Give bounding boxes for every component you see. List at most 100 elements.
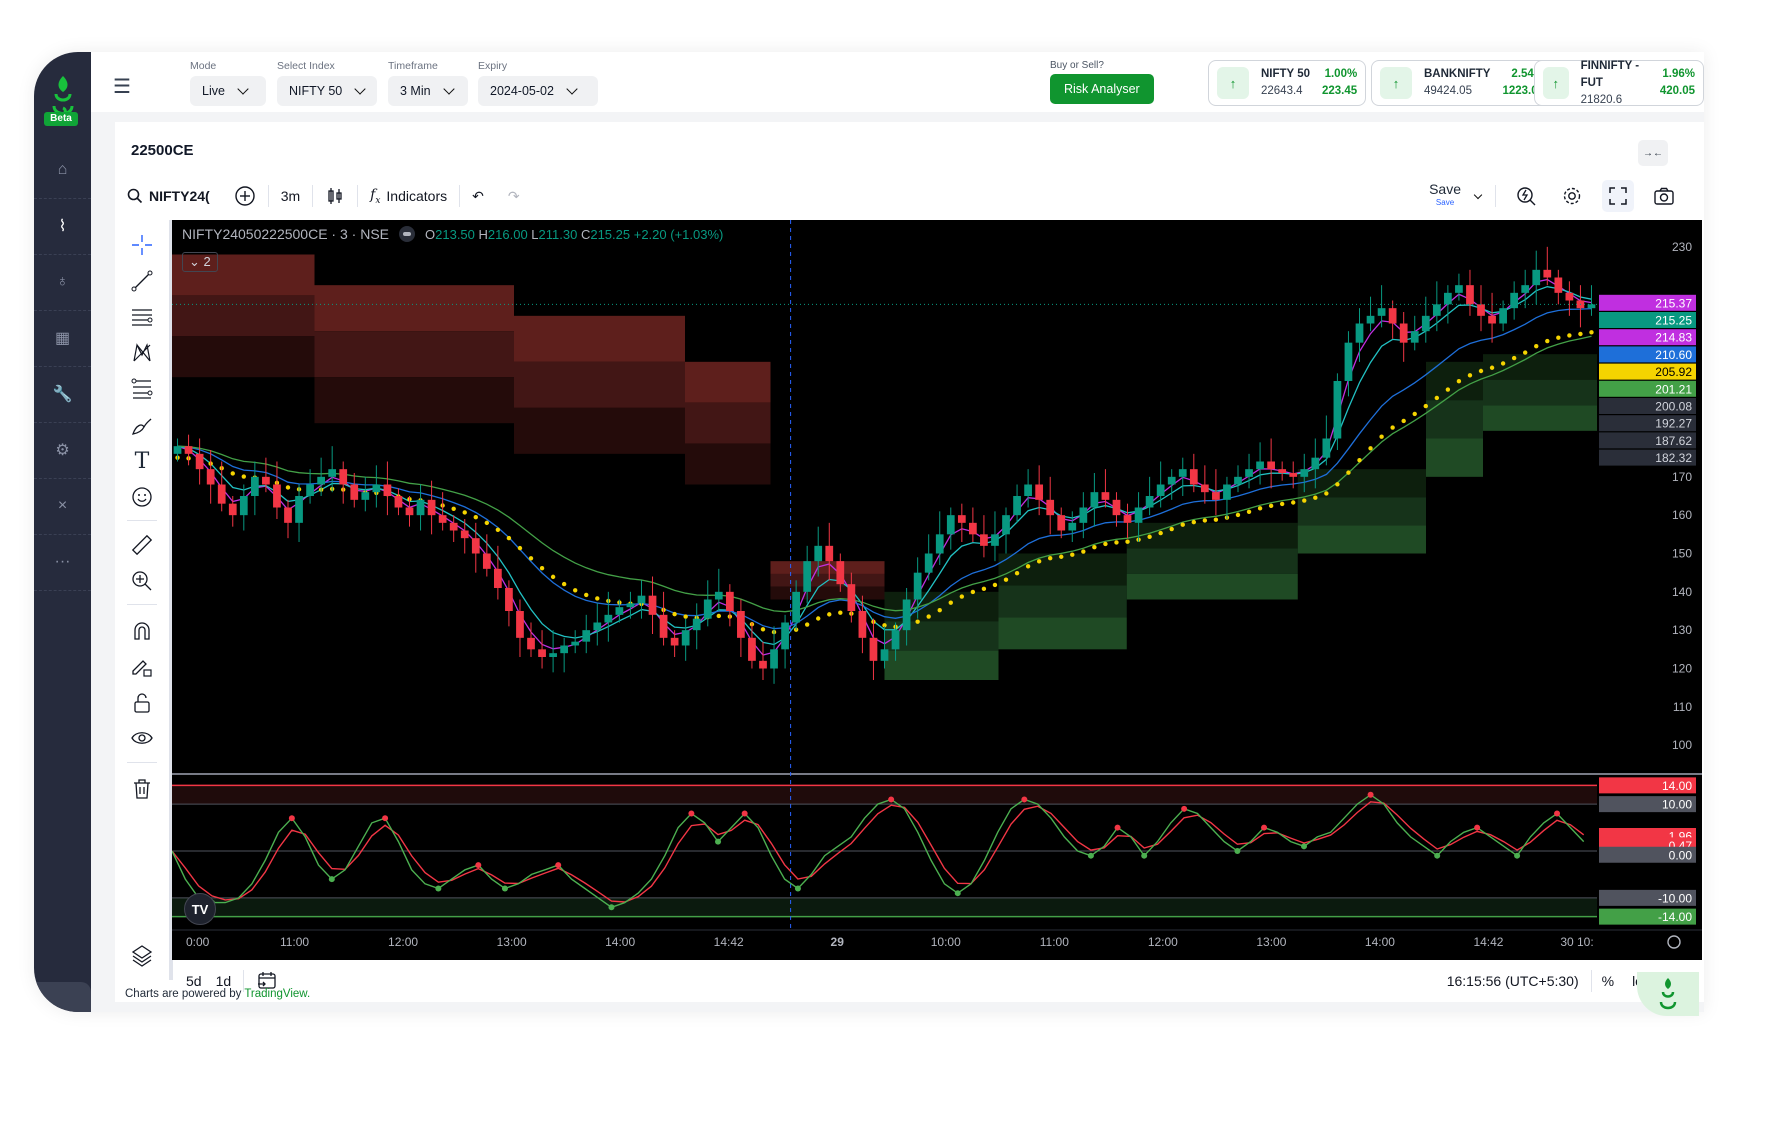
save-menu-chevron-icon[interactable] (1473, 190, 1483, 200)
zoom-tool[interactable] (127, 566, 157, 596)
gear-icon (1563, 187, 1581, 205)
redo-button[interactable]: ↷ (496, 180, 532, 212)
legend-status-icon[interactable] (399, 226, 415, 242)
sidebar-item-gear[interactable]: ⚙ (34, 422, 91, 479)
magnet-tool[interactable] (127, 616, 157, 646)
sidebar-item-close[interactable]: × (34, 478, 91, 535)
sidebar-item-activity[interactable]: ⌇ (34, 198, 91, 255)
horizontal-lines-tool[interactable] (127, 302, 157, 332)
candle-body (1366, 315, 1375, 324)
oversold-zone (172, 897, 1597, 917)
candle-body (1311, 457, 1320, 470)
chevron-down-icon (442, 83, 455, 95)
trend-dot (1379, 434, 1384, 439)
trend-dot (1534, 343, 1539, 349)
symbol-search[interactable]: NIFTY24( (115, 180, 222, 212)
time-tick: 14:00 (1365, 935, 1395, 949)
trend-dot (915, 619, 920, 624)
tradingview-link[interactable]: TradingView. (244, 988, 310, 1000)
menu-icon[interactable]: ☰ (113, 74, 131, 99)
chevron-down-icon (237, 83, 249, 95)
indicators-label: Indicators (386, 188, 448, 204)
trend-dot (992, 582, 998, 588)
price-chart[interactable]: 230 170 160 150 140 130 120 110 100 215.37 215.25 2… (171, 220, 1702, 960)
osc-cross-dot (435, 885, 442, 892)
candle-body (427, 499, 436, 516)
range-1d-button[interactable]: 1d (212, 973, 244, 989)
candle-body (1388, 308, 1397, 324)
brush-tool[interactable] (127, 410, 157, 440)
expiry-label: Expiry (478, 60, 508, 72)
risk-analyser-button[interactable]: Risk Analyser (1050, 74, 1154, 104)
percent-toggle[interactable]: % (1592, 973, 1624, 989)
emoji-tool[interactable] (127, 482, 157, 512)
trend-dot (981, 586, 987, 592)
trend-dot (1268, 503, 1274, 509)
search-icon (127, 188, 143, 204)
index-select[interactable]: NIFTY 50 (277, 76, 377, 106)
trend-dot (1036, 559, 1042, 564)
chart-canvas[interactable]: 230 170 160 150 140 130 120 110 100 215.37 215.25 2… (171, 220, 1702, 960)
undo-button[interactable]: ↶ (460, 180, 496, 212)
fib-tool[interactable] (127, 374, 157, 404)
candle-body (1377, 308, 1386, 316)
remove-drawings-tool[interactable] (127, 774, 157, 804)
compare-button[interactable] (222, 180, 268, 212)
candle-body (361, 492, 370, 500)
measure-tool[interactable] (127, 530, 157, 560)
mode-select[interactable]: Live (190, 76, 266, 106)
top-bar: ☰ Mode Live Select Index NIFTY 50 Timefr… (91, 52, 1704, 112)
collapse-button[interactable]: →← (1638, 140, 1668, 166)
sidebar-item-home[interactable]: ⌂ (34, 142, 91, 199)
timeframe-select[interactable]: 3 Min (388, 76, 468, 106)
ticker-card[interactable]: ↑ BANKNIFTY 49424.05 2.54% 1223.00 (1371, 60, 1554, 106)
candle-body (372, 484, 381, 493)
sidebar-item-more[interactable]: ··· (34, 534, 91, 591)
osc-cross-dot (1514, 852, 1521, 859)
ticker-card[interactable]: ↑ FINNIFTY - FUT 21820.6 1.96% 420.05 (1534, 60, 1704, 106)
chart-type-button[interactable] (313, 180, 357, 212)
lock-drawings-tool[interactable] (127, 652, 157, 682)
ticker-card[interactable]: ↑ NIFTY 50 22643.4 1.00% 223.45 (1208, 60, 1367, 106)
pattern-tool[interactable] (127, 338, 157, 368)
axis-settings-icon[interactable] (1667, 935, 1681, 949)
hide-tool[interactable] (127, 724, 157, 754)
trend-line-tool[interactable] (127, 266, 157, 296)
candle-body (659, 614, 668, 638)
trend-dot (241, 474, 247, 479)
indicators-button[interactable]: fx Indicators (358, 180, 459, 212)
screenshot-button[interactable] (1648, 180, 1680, 212)
lock-tool[interactable] (127, 688, 157, 718)
layers-icon (131, 945, 153, 967)
sidebar-item-wrench[interactable]: 🔧 (34, 366, 91, 423)
sidebar-item-bulb[interactable]: ♁ (34, 254, 91, 311)
indicators-collapse-button[interactable]: ⌄ 2 (182, 252, 218, 272)
time-tick: 29 (831, 935, 845, 949)
crosshair-tool[interactable] (127, 230, 157, 260)
range-5d-button[interactable]: 5d (172, 973, 212, 989)
corner-logo[interactable] (1637, 972, 1699, 1016)
osc-cross-dot (475, 862, 482, 869)
trend-dot (1191, 519, 1197, 525)
save-button[interactable]: Save Save (1429, 182, 1461, 209)
fullscreen-button[interactable] (1602, 180, 1634, 212)
settings-button[interactable] (1556, 180, 1588, 212)
expiry-select[interactable]: 2024-05-02 (478, 76, 598, 106)
candle-body (593, 622, 602, 631)
osc-label: 10.00 (1662, 798, 1692, 812)
osc-label: 0.00 (1669, 848, 1693, 862)
tradingview-logo[interactable]: TV (184, 893, 216, 925)
trend-dot (1257, 506, 1263, 511)
object-tree-tool[interactable] (127, 940, 157, 970)
candle-body (239, 496, 248, 516)
function-icon: fx (370, 186, 381, 206)
symbol-text: NIFTY24( (149, 188, 210, 204)
demand-zone (884, 650, 999, 680)
sidebar-item-grid[interactable]: ▦ (34, 310, 91, 367)
text-tool[interactable]: T (127, 446, 157, 476)
timeframe-label: Timeframe (388, 60, 438, 72)
trend-dot (1346, 470, 1351, 475)
interval-button[interactable]: 3m (269, 180, 312, 212)
quick-search-button[interactable] (1510, 180, 1542, 212)
supply-zone (685, 443, 771, 485)
